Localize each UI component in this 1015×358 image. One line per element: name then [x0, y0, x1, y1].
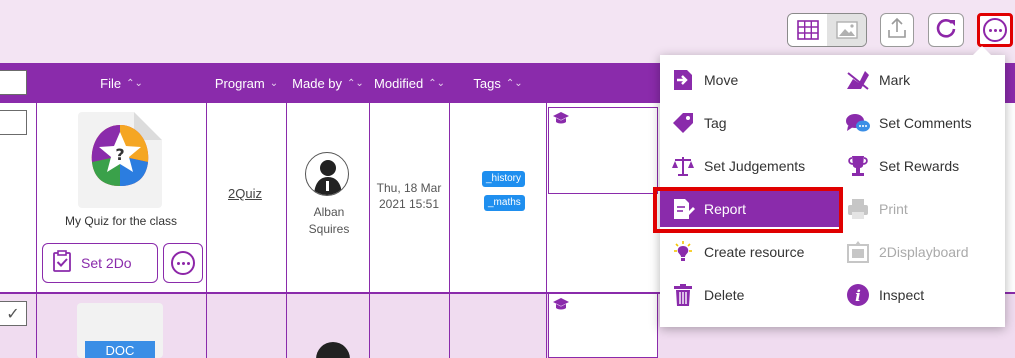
menu-item-set-rewards[interactable]: Set Rewards [845, 148, 1000, 184]
column-header-modified[interactable]: Modified ⌃⌄ [370, 63, 450, 103]
menu-item-delete[interactable]: Delete [670, 277, 840, 313]
sort-icon: ⌃⌄ [347, 77, 364, 89]
comments-icon [845, 110, 871, 136]
file-type-label: DOC [85, 341, 155, 358]
column-divider [36, 63, 37, 358]
sort-icon: ⌄ [269, 77, 279, 89]
avatar [305, 152, 349, 196]
column-header-program[interactable]: Program ⌄ [207, 63, 287, 103]
column-divider [286, 63, 287, 358]
attainment-box[interactable] [548, 293, 658, 358]
program-link[interactable]: 2Quiz [228, 186, 262, 201]
more-options-button[interactable] [977, 13, 1013, 47]
menu-item-move[interactable]: Move [670, 62, 840, 98]
column-header-tags[interactable]: Tags ⌃⌄ [450, 63, 547, 103]
toolbar [0, 0, 1015, 62]
menu-item-print[interactable]: Print [845, 191, 1000, 227]
column-divider [206, 63, 207, 358]
tag-badge[interactable]: _history [482, 171, 526, 187]
refresh-icon [935, 17, 957, 44]
attainment-box[interactable] [548, 107, 658, 194]
svg-text:i: i [855, 287, 861, 305]
refresh-button[interactable] [928, 13, 964, 47]
column-header-made-by[interactable]: Made by ⌃⌄ [287, 63, 370, 103]
more-options-icon [171, 251, 195, 275]
upload-button[interactable] [880, 13, 914, 47]
file-thumbnail[interactable]: ? [78, 112, 162, 208]
more-options-icon [983, 18, 1007, 42]
print-icon [845, 196, 871, 222]
image-view-icon[interactable] [827, 14, 866, 46]
select-all-checkbox[interactable] [0, 70, 27, 95]
menu-item-create-resource[interactable]: Create resource [670, 234, 840, 270]
row-checkbox[interactable]: ✓ [0, 301, 27, 326]
lightbulb-icon [670, 239, 696, 265]
clipboard-check-icon [53, 249, 71, 277]
menu-item-mark[interactable]: Mark [845, 62, 1000, 98]
made-by: Alban Squires [308, 205, 350, 236]
sort-icon: ⌃⌄ [505, 77, 523, 89]
upload-icon [887, 17, 907, 44]
view-toggle[interactable] [787, 13, 867, 47]
tag-icon [670, 110, 696, 136]
report-highlight [653, 187, 843, 233]
scales-icon [670, 153, 696, 179]
set-2do-button[interactable]: Set 2Do [42, 243, 158, 283]
sort-icon: ⌃⌄ [126, 77, 143, 89]
trophy-icon [845, 153, 871, 179]
mark-icon [845, 67, 871, 93]
menu-item-set-judgements[interactable]: Set Judgements [670, 148, 840, 184]
grid-view-icon[interactable] [788, 14, 827, 46]
column-divider [546, 63, 547, 358]
move-icon [670, 67, 696, 93]
info-icon: i [845, 282, 871, 308]
column-divider [449, 63, 450, 358]
menu-item-inspect[interactable]: i Inspect [845, 277, 1000, 313]
modified-date: Thu, 18 Mar 2021 15:51 [376, 181, 442, 211]
row-checkbox[interactable] [0, 110, 27, 135]
svg-text:?: ? [115, 145, 124, 164]
displayboard-icon [845, 239, 871, 265]
sort-icon: ⌃⌄ [428, 77, 445, 89]
trash-icon [670, 282, 696, 308]
file-thumbnail[interactable]: DOC [77, 303, 163, 358]
graduation-cap-icon [552, 297, 570, 316]
menu-item-2displayboard[interactable]: 2Displayboard [845, 234, 1000, 270]
file-more-button[interactable] [163, 243, 203, 283]
graduation-cap-icon [552, 111, 570, 130]
quiz-icon: ? [91, 125, 149, 186]
column-header-file[interactable]: File ⌃⌄ [37, 63, 207, 103]
tag-badge[interactable]: _maths [484, 195, 525, 211]
file-name[interactable]: My Quiz for the class [40, 214, 202, 228]
menu-item-tag[interactable]: Tag [670, 105, 840, 141]
menu-item-set-comments[interactable]: Set Comments [845, 105, 1000, 141]
